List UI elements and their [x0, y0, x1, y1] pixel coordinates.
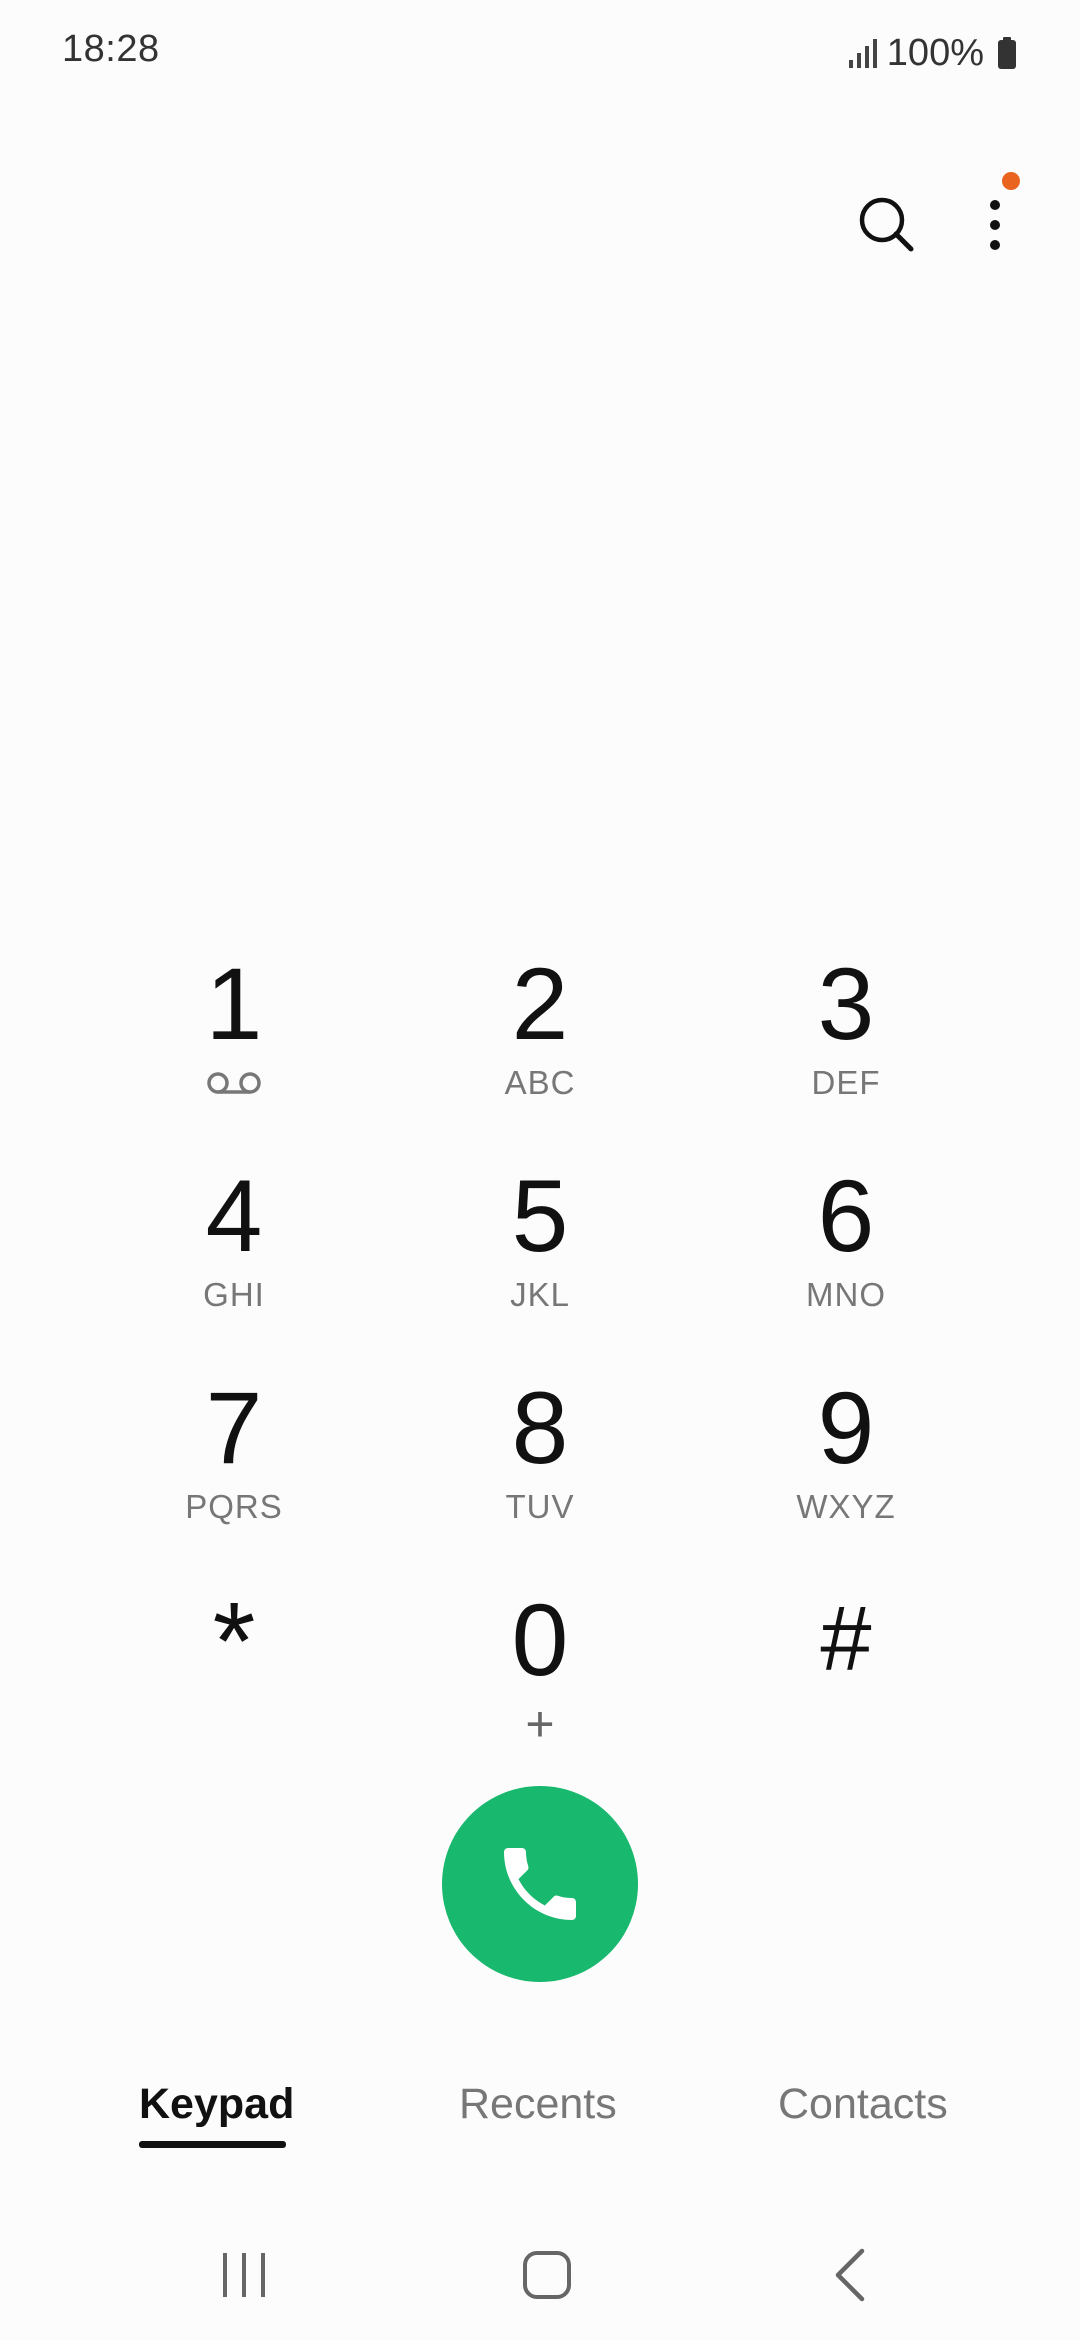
key-digit: 6	[817, 1159, 875, 1273]
active-tab-indicator	[139, 2141, 286, 2148]
search-button[interactable]	[842, 180, 932, 270]
key-digit: 0	[511, 1583, 569, 1697]
key-letters: DEF	[811, 1064, 881, 1101]
key-5[interactable]: 5 JKL	[390, 1157, 690, 1357]
key-letters: PQRS	[185, 1488, 283, 1525]
key-letters: WXYZ	[796, 1488, 896, 1525]
key-9[interactable]: 9 WXYZ	[696, 1369, 996, 1569]
key-7[interactable]: 7 PQRS	[84, 1369, 384, 1569]
back-button[interactable]	[790, 2220, 910, 2330]
key-plus: +	[525, 1696, 555, 1752]
key-0[interactable]: 0 +	[390, 1581, 690, 1781]
battery-level: 100%	[886, 31, 984, 74]
key-star[interactable]: *	[84, 1581, 384, 1781]
more-options-button[interactable]	[950, 172, 1040, 270]
key-letters: JKL	[510, 1276, 570, 1313]
back-icon	[835, 2248, 865, 2302]
notification-dot	[1002, 172, 1020, 190]
key-4[interactable]: 4 GHI	[84, 1157, 384, 1357]
key-digit: 4	[205, 1159, 263, 1273]
home-icon	[523, 2251, 571, 2299]
tab-recents[interactable]: Recents	[459, 2080, 617, 2129]
home-button[interactable]	[487, 2220, 607, 2330]
key-1[interactable]: 1	[84, 945, 384, 1145]
tab-contacts[interactable]: Contacts	[778, 2080, 948, 2129]
key-digit: 8	[511, 1371, 569, 1485]
key-6[interactable]: 6 MNO	[696, 1157, 996, 1357]
system-navigation-bar	[0, 2220, 1080, 2330]
key-digit: 1	[205, 947, 263, 1061]
recent-apps-button[interactable]	[184, 2220, 304, 2330]
status-bar: 18:28 100%	[0, 0, 1080, 110]
key-digit: 5	[511, 1159, 569, 1273]
key-digit: 9	[817, 1371, 875, 1485]
key-digit: 2	[511, 947, 569, 1061]
header-actions	[842, 172, 1040, 260]
key-letters: GHI	[203, 1276, 265, 1313]
key-digit: 3	[817, 947, 875, 1061]
status-indicators: 100%	[847, 28, 1018, 78]
key-digit: #	[820, 1588, 872, 1690]
voicemail-icon	[207, 1072, 261, 1094]
key-3[interactable]: 3 DEF	[696, 945, 996, 1145]
voicemail-label	[206, 1063, 262, 1103]
signal-icon	[848, 39, 877, 68]
recent-apps-icon	[223, 2253, 265, 2297]
key-letters: ABC	[504, 1064, 576, 1101]
status-time: 18:28	[62, 28, 160, 70]
key-2[interactable]: 2 ABC	[390, 945, 690, 1145]
key-letters: TUV	[505, 1488, 575, 1525]
phone-icon	[504, 1848, 576, 1920]
more-options-icon	[990, 200, 1000, 250]
key-8[interactable]: 8 TUV	[390, 1369, 690, 1569]
call-button[interactable]	[442, 1786, 638, 1982]
key-hash[interactable]: #	[696, 1581, 996, 1781]
battery-icon	[998, 37, 1016, 69]
key-letters: MNO	[806, 1276, 886, 1313]
key-digit: *	[212, 1580, 256, 1703]
key-digit: 7	[205, 1371, 263, 1485]
tab-keypad[interactable]: Keypad	[139, 2080, 294, 2129]
bottom-tabs: Keypad Recents Contacts	[0, 2080, 1080, 2200]
search-icon	[859, 197, 914, 252]
